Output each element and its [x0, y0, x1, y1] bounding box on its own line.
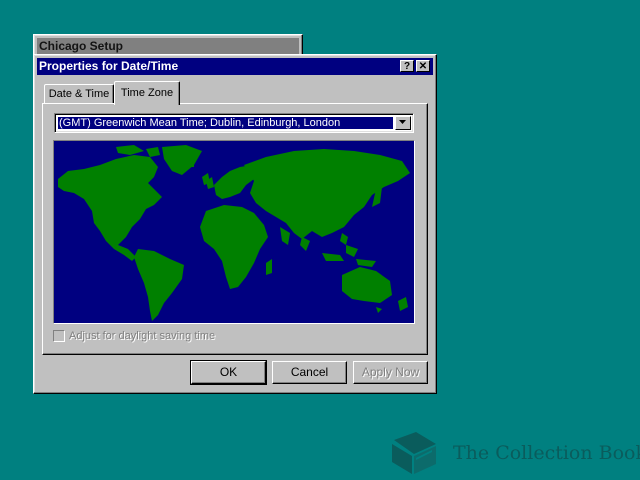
- apply-now-button-label: Apply Now: [361, 365, 420, 379]
- daylight-saving-checkbox[interactable]: [53, 330, 65, 342]
- help-button[interactable]: ?: [400, 60, 414, 72]
- close-button[interactable]: ✕: [416, 60, 430, 72]
- date-time-properties-dialog: Properties for Date/Time ? ✕ Date & Time…: [33, 54, 437, 394]
- tab-time-zone-label: Time Zone: [120, 87, 174, 99]
- daylight-saving-label: Adjust for daylight saving time: [69, 330, 216, 342]
- dialog-title: Properties for Date/Time: [39, 59, 179, 73]
- tab-date-time-label: Date & Time: [48, 88, 110, 100]
- cancel-button[interactable]: Cancel: [272, 361, 347, 384]
- help-icon: ?: [403, 61, 411, 72]
- tab-time-zone[interactable]: Time Zone: [114, 81, 180, 105]
- background-window-titlebar[interactable]: Chicago Setup: [37, 38, 299, 54]
- apply-now-button[interactable]: Apply Now: [353, 361, 428, 384]
- chevron-down-icon: [399, 120, 406, 124]
- dropdown-arrow-button[interactable]: [395, 116, 411, 130]
- ok-button-label: OK: [219, 365, 238, 379]
- background-window-title: Chicago Setup: [39, 39, 124, 53]
- book-icon: [392, 432, 436, 474]
- watermark-text: The Collection Book: [453, 442, 640, 464]
- tab-date-time[interactable]: Date & Time: [44, 84, 114, 104]
- world-map[interactable]: [53, 140, 415, 324]
- ok-button[interactable]: OK: [190, 360, 267, 385]
- time-zone-dropdown[interactable]: (GMT) Greenwich Mean Time; Dublin, Edinb…: [54, 113, 414, 133]
- time-zone-panel: (GMT) Greenwich Mean Time; Dublin, Edinb…: [42, 103, 428, 355]
- dialog-titlebar[interactable]: Properties for Date/Time ? ✕: [37, 58, 433, 75]
- time-zone-selected-value: (GMT) Greenwich Mean Time; Dublin, Edinb…: [58, 117, 393, 129]
- world-map-image: [54, 141, 414, 323]
- watermark: The Collection Book: [386, 430, 640, 476]
- close-icon: ✕: [418, 61, 428, 72]
- cancel-button-label: Cancel: [290, 365, 329, 379]
